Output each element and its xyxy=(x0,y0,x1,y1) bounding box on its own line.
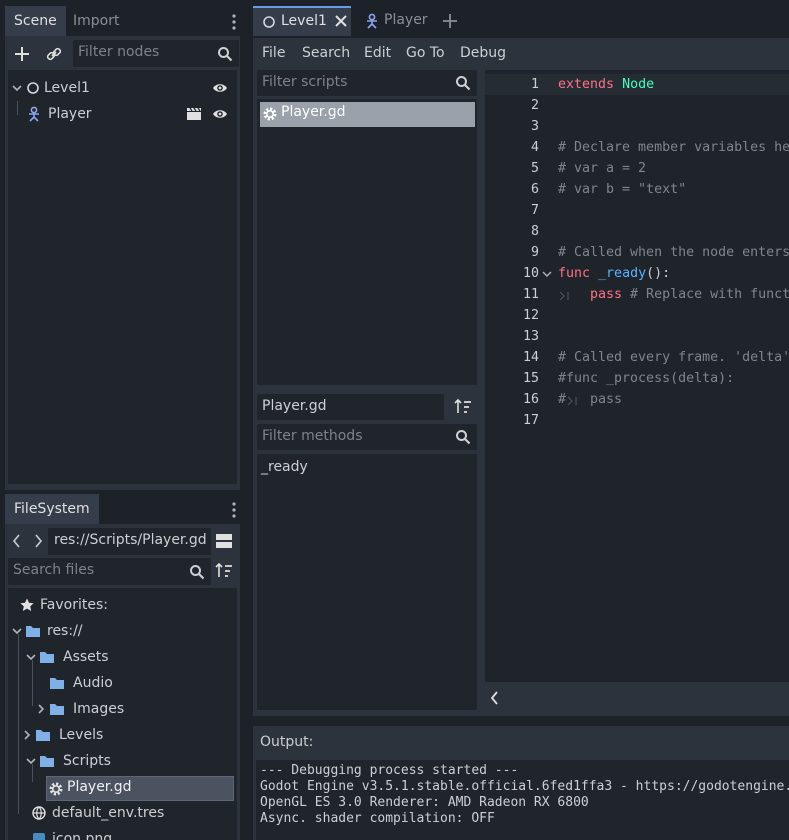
code-line-1: extends Node xyxy=(558,77,654,92)
code-punct: (): xyxy=(646,266,671,281)
code-line-11: pass # Replace with function body. xyxy=(590,287,789,302)
code-clip: extends Node # Declare member variables … xyxy=(0,0,789,840)
code-comment: # Replace with function body. xyxy=(630,287,789,302)
code-line-15: #func _process(delta): xyxy=(558,371,735,386)
output-line: Async. shader compilation: OFF xyxy=(260,811,495,826)
code-type: Node xyxy=(622,77,655,92)
code-line-16-hash: # xyxy=(558,392,567,407)
indent-tab-icon xyxy=(567,396,579,406)
code-keyword: pass xyxy=(590,287,623,302)
output-panel: Output: --- Debugging process started --… xyxy=(253,726,789,840)
code-line-9: # Called when the node enters the scene … xyxy=(558,245,789,260)
output-line: Godot Engine v3.5.1.stable.official.6fed… xyxy=(260,779,789,794)
output-line: OpenGL ES 3.0 Renderer: AMD Radeon RX 68… xyxy=(260,795,589,810)
code-line-16: pass xyxy=(590,392,623,407)
code-line-5: # var a = 2 xyxy=(558,161,647,176)
code-keyword: func xyxy=(558,266,591,281)
output-line: --- Debugging process started --- xyxy=(260,763,519,778)
output-title: Output: xyxy=(260,734,314,750)
code-function: _ready xyxy=(598,266,647,281)
code-line-10: func _ready(): xyxy=(558,266,670,281)
output-log: --- Debugging process started --- Godot … xyxy=(256,760,789,840)
code-keyword: extends xyxy=(558,77,615,92)
code-line-6: # var b = "text" xyxy=(558,182,687,197)
code-line-4: # Declare member variables here. Example… xyxy=(558,140,789,155)
code-line-14: # Called every frame. 'delta' is the ela… xyxy=(558,350,789,365)
indent-tab-icon xyxy=(559,291,571,301)
